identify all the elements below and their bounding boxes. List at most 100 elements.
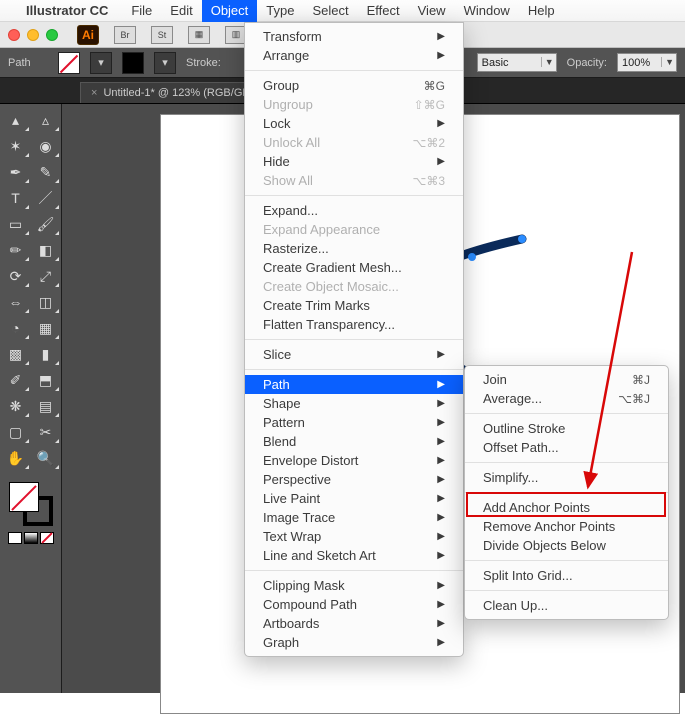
pencil-tool[interactable]: ✏ bbox=[2, 238, 30, 262]
slice-tool[interactable]: ✂ bbox=[32, 420, 60, 444]
path-menu-item-average[interactable]: Average...⌥⌘J bbox=[465, 389, 668, 408]
line-tool[interactable]: ／ bbox=[32, 186, 60, 210]
path-menu-item-join[interactable]: Join⌘J bbox=[465, 370, 668, 389]
eraser-tool[interactable]: ◧ bbox=[32, 238, 60, 262]
menu-item-label: Hide bbox=[263, 154, 290, 169]
hand-tool[interactable]: ✋ bbox=[2, 446, 30, 470]
scale-tool[interactable]: ⤢ bbox=[32, 264, 60, 288]
zoom-tool[interactable]: 🔍 bbox=[32, 446, 60, 470]
type-tool[interactable]: T bbox=[2, 186, 30, 210]
fill-swatch[interactable] bbox=[58, 52, 80, 74]
menu-item-shortcut: ⇧⌘G bbox=[396, 98, 445, 112]
lasso-tool[interactable]: ◉ bbox=[32, 134, 60, 158]
free-transform-tool[interactable]: ◫ bbox=[32, 290, 60, 314]
close-tab-icon[interactable]: × bbox=[91, 87, 97, 99]
menu-view[interactable]: View bbox=[409, 0, 455, 22]
object-menu-item-image-trace[interactable]: Image Trace▶ bbox=[245, 508, 463, 527]
paintbrush-tool[interactable]: 🖌 bbox=[32, 212, 60, 236]
shape-builder-tool[interactable]: ◔ bbox=[2, 316, 30, 340]
path-menu-item-simplify[interactable]: Simplify... bbox=[465, 468, 668, 487]
path-menu-item-add-anchor-points[interactable]: Add Anchor Points bbox=[465, 498, 668, 517]
stroke-swatch[interactable] bbox=[122, 52, 144, 74]
magic-wand-tool[interactable]: ✶ bbox=[2, 134, 30, 158]
arrange-documents-icon[interactable]: ▦ bbox=[188, 26, 210, 44]
style-field[interactable]: Basic ▼ bbox=[477, 53, 557, 72]
object-menu-item-text-wrap[interactable]: Text Wrap▶ bbox=[245, 527, 463, 546]
artboard-tool[interactable]: ▢ bbox=[2, 420, 30, 444]
perspective-tool[interactable]: ▦ bbox=[32, 316, 60, 340]
graph-tool[interactable]: ▤ bbox=[32, 394, 60, 418]
menu-item-label: Simplify... bbox=[483, 470, 538, 485]
object-menu-item-lock[interactable]: Lock▶ bbox=[245, 114, 463, 133]
none-mode-icon[interactable] bbox=[40, 532, 54, 544]
menu-file[interactable]: File bbox=[122, 0, 161, 22]
object-menu-item-transform[interactable]: Transform▶ bbox=[245, 27, 463, 46]
menu-object[interactable]: Object bbox=[202, 0, 258, 22]
fill-stroke-control[interactable] bbox=[9, 482, 53, 526]
stroke-dropdown-icon[interactable]: ▾ bbox=[154, 52, 176, 74]
object-menu-item-graph[interactable]: Graph▶ bbox=[245, 633, 463, 652]
window-close-button[interactable] bbox=[8, 29, 20, 41]
object-menu-item-envelope-distort[interactable]: Envelope Distort▶ bbox=[245, 451, 463, 470]
menu-item-label: Pattern bbox=[263, 415, 305, 430]
direct-selection-tool[interactable]: ▵ bbox=[32, 108, 60, 132]
rotate-tool[interactable]: ⟳ bbox=[2, 264, 30, 288]
stock-icon[interactable]: St bbox=[151, 26, 173, 44]
object-menu-item-clipping-mask[interactable]: Clipping Mask▶ bbox=[245, 576, 463, 595]
bridge-icon[interactable]: Br bbox=[114, 26, 136, 44]
path-menu-item-offset-path[interactable]: Offset Path... bbox=[465, 438, 668, 457]
window-zoom-button[interactable] bbox=[46, 29, 58, 41]
gradient-tool[interactable]: ▮ bbox=[32, 342, 60, 366]
menu-effect[interactable]: Effect bbox=[358, 0, 409, 22]
object-menu-item-slice[interactable]: Slice▶ bbox=[245, 345, 463, 364]
path-menu-item-divide-objects-below[interactable]: Divide Objects Below bbox=[465, 536, 668, 555]
object-menu-item-arrange[interactable]: Arrange▶ bbox=[245, 46, 463, 65]
opacity-field[interactable]: 100% ▼ bbox=[617, 53, 677, 72]
object-menu-item-line-and-sketch-art[interactable]: Line and Sketch Art▶ bbox=[245, 546, 463, 565]
object-menu-item-expand[interactable]: Expand... bbox=[245, 201, 463, 220]
object-menu-item-separator bbox=[245, 70, 463, 71]
mesh-tool[interactable]: ▩ bbox=[2, 342, 30, 366]
path-menu-item-split-into-grid[interactable]: Split Into Grid... bbox=[465, 566, 668, 585]
menu-edit[interactable]: Edit bbox=[161, 0, 201, 22]
object-menu-item-flatten-transparency[interactable]: Flatten Transparency... bbox=[245, 315, 463, 334]
object-menu-item-pattern[interactable]: Pattern▶ bbox=[245, 413, 463, 432]
path-menu-item-outline-stroke[interactable]: Outline Stroke bbox=[465, 419, 668, 438]
object-menu-item-live-paint[interactable]: Live Paint▶ bbox=[245, 489, 463, 508]
menu-item-label: Graph bbox=[263, 635, 299, 650]
color-mode-icon[interactable] bbox=[8, 532, 22, 544]
menu-type[interactable]: Type bbox=[257, 0, 303, 22]
pen-tool[interactable]: ✒ bbox=[2, 160, 30, 184]
menu-window[interactable]: Window bbox=[455, 0, 519, 22]
menu-select[interactable]: Select bbox=[303, 0, 357, 22]
object-menu-item-blend[interactable]: Blend▶ bbox=[245, 432, 463, 451]
curvature-tool[interactable]: ✎ bbox=[32, 160, 60, 184]
object-menu-item-create-gradient-mesh[interactable]: Create Gradient Mesh... bbox=[245, 258, 463, 277]
blend-tool[interactable]: ⬒ bbox=[32, 368, 60, 392]
path-menu-item-remove-anchor-points[interactable]: Remove Anchor Points bbox=[465, 517, 668, 536]
object-menu-item-artboards[interactable]: Artboards▶ bbox=[245, 614, 463, 633]
object-menu-item-shape[interactable]: Shape▶ bbox=[245, 394, 463, 413]
object-menu-item-create-trim-marks[interactable]: Create Trim Marks bbox=[245, 296, 463, 315]
rectangle-tool[interactable]: ▭ bbox=[2, 212, 30, 236]
object-menu-item-rasterize[interactable]: Rasterize... bbox=[245, 239, 463, 258]
submenu-arrow-icon: ▶ bbox=[419, 580, 445, 591]
symbol-sprayer-tool[interactable]: ❋ bbox=[2, 394, 30, 418]
width-tool[interactable]: ⇔ bbox=[2, 290, 30, 314]
menu-item-label: Divide Objects Below bbox=[483, 538, 606, 553]
gradient-mode-icon[interactable] bbox=[24, 532, 38, 544]
menu-help[interactable]: Help bbox=[519, 0, 564, 22]
menu-item-label: Outline Stroke bbox=[483, 421, 565, 436]
object-menu-item-group[interactable]: Group⌘G bbox=[245, 76, 463, 95]
object-menu-item-hide[interactable]: Hide▶ bbox=[245, 152, 463, 171]
object-menu-item-compound-path[interactable]: Compound Path▶ bbox=[245, 595, 463, 614]
selection-tool[interactable]: ▴ bbox=[2, 108, 30, 132]
app-name[interactable]: Illustrator CC bbox=[26, 3, 108, 18]
fill-box[interactable] bbox=[9, 482, 39, 512]
object-menu-item-perspective[interactable]: Perspective▶ bbox=[245, 470, 463, 489]
window-minimize-button[interactable] bbox=[27, 29, 39, 41]
path-menu-item-clean-up[interactable]: Clean Up... bbox=[465, 596, 668, 615]
fill-dropdown-icon[interactable]: ▾ bbox=[90, 52, 112, 74]
object-menu-item-path[interactable]: Path▶ bbox=[245, 375, 463, 394]
eyedropper-tool[interactable]: ✐ bbox=[2, 368, 30, 392]
